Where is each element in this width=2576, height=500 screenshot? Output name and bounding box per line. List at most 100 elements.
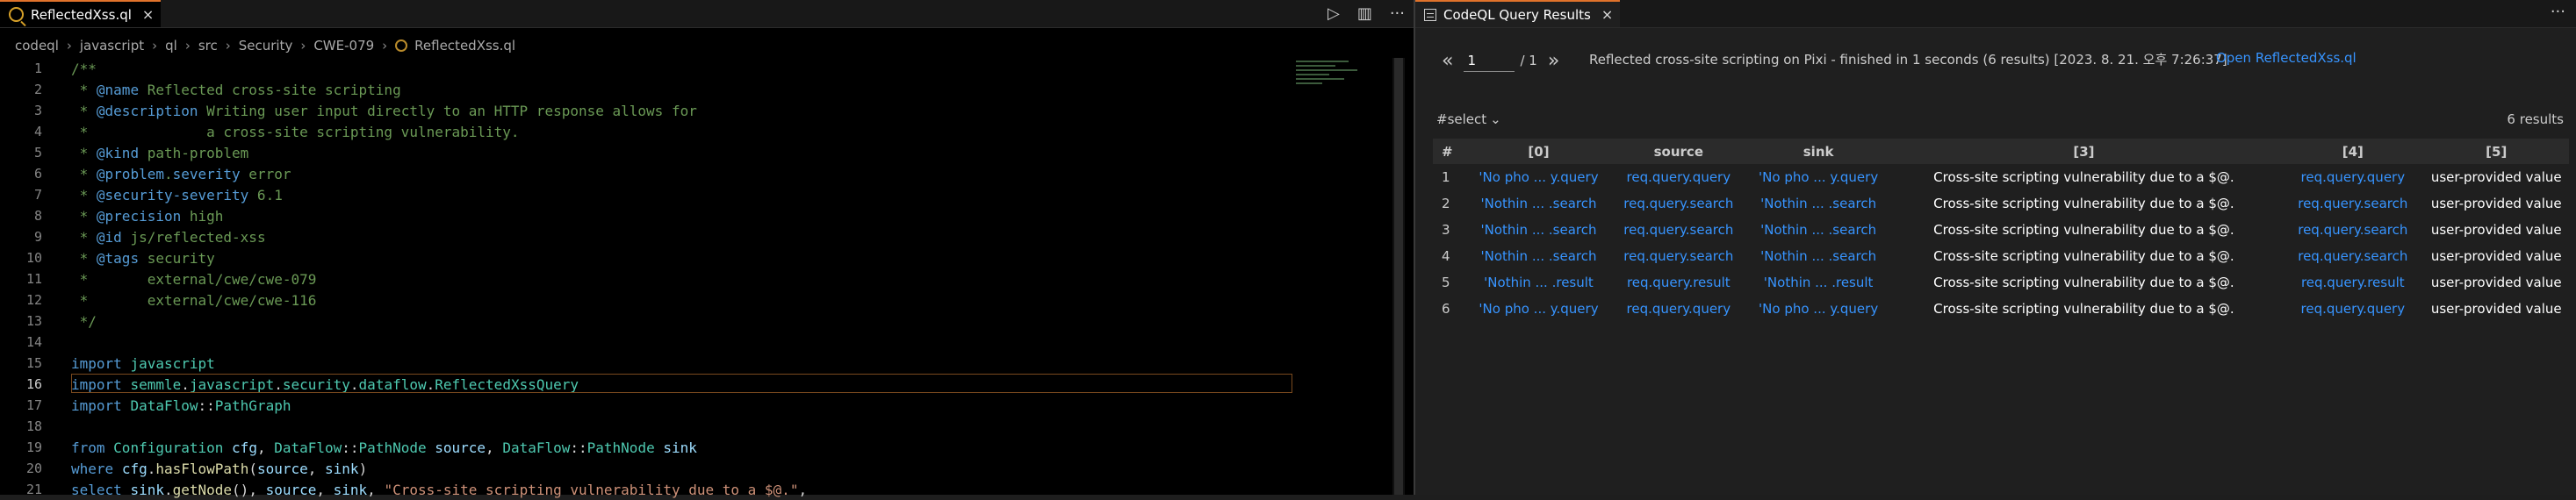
result-link[interactable]: 'Nothin ... .search — [1471, 190, 1606, 217]
result-link[interactable]: 'Nothin ... .result — [1752, 269, 1886, 296]
page-total: / 1 — [1520, 53, 1537, 68]
result-text: Cross-site scripting vulnerability due t… — [1933, 222, 2234, 238]
breadcrumb-item[interactable]: ql — [165, 38, 177, 54]
table-row: 2 'Nothin ... .search req.query.search 'Not… — [1433, 190, 2569, 217]
result-link[interactable]: req.query.result — [2282, 269, 2423, 296]
code-token: , — [316, 481, 334, 498]
code-line[interactable]: 6 * @problem.severity error — [0, 163, 1299, 184]
line-number: 5 — [33, 145, 42, 161]
result-text: user-provided value — [2430, 275, 2562, 290]
result-link[interactable]: 'No pho ... y.query — [1752, 164, 1886, 190]
column-header[interactable]: sink — [1751, 139, 1886, 164]
result-set-select[interactable]: #select ⌄ — [1436, 111, 1501, 127]
code-token: @problem — [96, 165, 164, 182]
code-line[interactable]: 10 * @tags security — [0, 247, 1299, 268]
breadcrumb-item[interactable]: ReflectedXss.ql — [414, 38, 515, 54]
results-tab[interactable]: CodeQL Query Results × — [1415, 0, 1621, 27]
result-link[interactable]: 'Nothin ... .search — [1471, 217, 1606, 243]
code-line[interactable]: 19 from Configuration cfg, DataFlow::Path… — [0, 437, 1299, 458]
ql-file-icon — [9, 7, 24, 22]
breadcrumb-item[interactable]: codeql — [15, 38, 59, 54]
more-actions-icon[interactable]: ··· — [2551, 0, 2565, 27]
result-link[interactable]: req.query.query — [2282, 296, 2423, 322]
code-text: from Configuration cfg, DataFlow::PathNo… — [71, 439, 697, 456]
code-token: 6.1 — [248, 186, 283, 204]
result-link[interactable]: req.query.search — [1606, 190, 1751, 217]
code-line[interactable]: 1 /** — [0, 58, 1299, 79]
result-link[interactable]: 'Nothin ... .search — [1752, 243, 1886, 269]
result-link[interactable]: req.query.search — [1606, 217, 1751, 243]
page-number-input[interactable] — [1464, 49, 1515, 72]
split-editor-icon[interactable]: ▥ — [1357, 4, 1372, 23]
result-link[interactable]: req.query.search — [2282, 190, 2423, 217]
code-line[interactable]: 9 * @id js/reflected-xss — [0, 226, 1299, 247]
result-link[interactable]: req.query.search — [2282, 217, 2423, 243]
column-header[interactable]: [4] — [2282, 139, 2424, 164]
run-icon[interactable]: ▷ — [1328, 4, 1340, 23]
code-token: DataFlow — [502, 439, 571, 456]
column-header[interactable]: # — [1433, 139, 1471, 164]
code-line[interactable]: 13 */ — [0, 311, 1299, 332]
close-tab-icon[interactable]: × — [1601, 6, 1613, 23]
editor-tab[interactable]: ReflectedXss.ql × — [0, 0, 162, 27]
result-link[interactable]: req.query.result — [1606, 269, 1751, 296]
code-token: * — [71, 144, 97, 161]
result-link[interactable]: req.query.search — [2282, 243, 2423, 269]
code-line[interactable]: 11 * external/cwe/cwe-079 — [0, 268, 1299, 289]
breadcrumb-item[interactable]: Security — [239, 38, 293, 54]
column-header[interactable]: [0] — [1471, 139, 1607, 164]
code-token: PathNode — [586, 439, 655, 456]
column-header[interactable]: [5] — [2423, 139, 2569, 164]
close-tab-icon[interactable]: × — [142, 6, 154, 23]
breadcrumb-item[interactable]: javascript — [80, 38, 144, 54]
editor-scrollbar[interactable] — [1392, 58, 1405, 495]
result-link[interactable]: req.query.query — [2282, 164, 2423, 190]
code-line[interactable]: 12 * external/cwe/cwe-116 — [0, 289, 1299, 311]
code-line[interactable]: 18 — [0, 416, 1299, 437]
code-token: getNode — [172, 481, 233, 498]
breadcrumb-item[interactable]: CWE-079 — [313, 38, 374, 54]
open-query-link[interactable]: Open ReflectedXss.ql — [2216, 50, 2357, 66]
code-line[interactable]: 16 import semmle.javascript.security.data… — [0, 374, 1299, 395]
column-header[interactable]: source — [1606, 139, 1752, 164]
code-line[interactable]: 5 * @kind path-problem — [0, 142, 1299, 163]
code-line[interactable]: 20 where cfg.hasFlowPath(source, sink) — [0, 458, 1299, 479]
code-token: select — [71, 481, 122, 498]
code-token: :: — [342, 439, 359, 456]
code-token: security — [139, 249, 215, 267]
code-token: :: — [198, 396, 215, 414]
code-line[interactable]: 3 * @description Writing user input dire… — [0, 100, 1299, 121]
code-text: * @kind path-problem — [71, 144, 249, 161]
result-link[interactable]: 'Nothin ... .search — [1471, 243, 1606, 269]
code-line[interactable]: 21 select sink.getNode(), source, sink, "… — [0, 479, 1299, 500]
code-line[interactable]: 4 * a cross-site scripting vulnerability… — [0, 121, 1299, 142]
line-number: 14 — [25, 334, 42, 350]
result-link[interactable]: 'No pho ... y.query — [1471, 164, 1606, 190]
code-line[interactable]: 2 * @name Reflected cross-site scripting — [0, 79, 1299, 100]
code-line[interactable]: 14 — [0, 332, 1299, 353]
code-line[interactable]: 8 * @precision high — [0, 205, 1299, 226]
result-link[interactable]: 'Nothin ... .result — [1471, 269, 1606, 296]
code-editor[interactable]: 1 /** 2 * @name Reflected cross-site scrip… — [0, 58, 1414, 498]
breadcrumb-separator-icon: › — [66, 38, 72, 54]
result-link[interactable]: 'Nothin ... .search — [1752, 217, 1886, 243]
minimap[interactable] — [1296, 58, 1359, 102]
next-page-icon[interactable]: » — [1548, 50, 1559, 72]
result-link[interactable]: req.query.search — [1606, 243, 1751, 269]
result-link[interactable]: 'No pho ... y.query — [1471, 296, 1606, 322]
result-link[interactable]: req.query.query — [1606, 296, 1751, 322]
result-link[interactable]: req.query.query — [1606, 164, 1751, 190]
prev-page-icon[interactable]: « — [1442, 50, 1453, 72]
result-link[interactable]: 'Nothin ... .search — [1752, 190, 1886, 217]
table-row: 4 'Nothin ... .search req.query.search 'Not… — [1433, 243, 2569, 269]
code-line[interactable]: 17 import DataFlow::PathGraph — [0, 395, 1299, 416]
more-actions-icon[interactable]: ··· — [1390, 4, 1405, 23]
result-link[interactable]: 'No pho ... y.query — [1752, 296, 1886, 322]
breadcrumb-item[interactable]: src — [198, 38, 218, 54]
code-token: js/reflected-xss — [121, 228, 266, 246]
column-header[interactable]: [3] — [1885, 139, 2283, 164]
code-line[interactable]: 15 import javascript — [0, 353, 1299, 374]
code-token: . — [163, 481, 173, 498]
code-line[interactable]: 7 * @security-severity 6.1 — [0, 184, 1299, 205]
